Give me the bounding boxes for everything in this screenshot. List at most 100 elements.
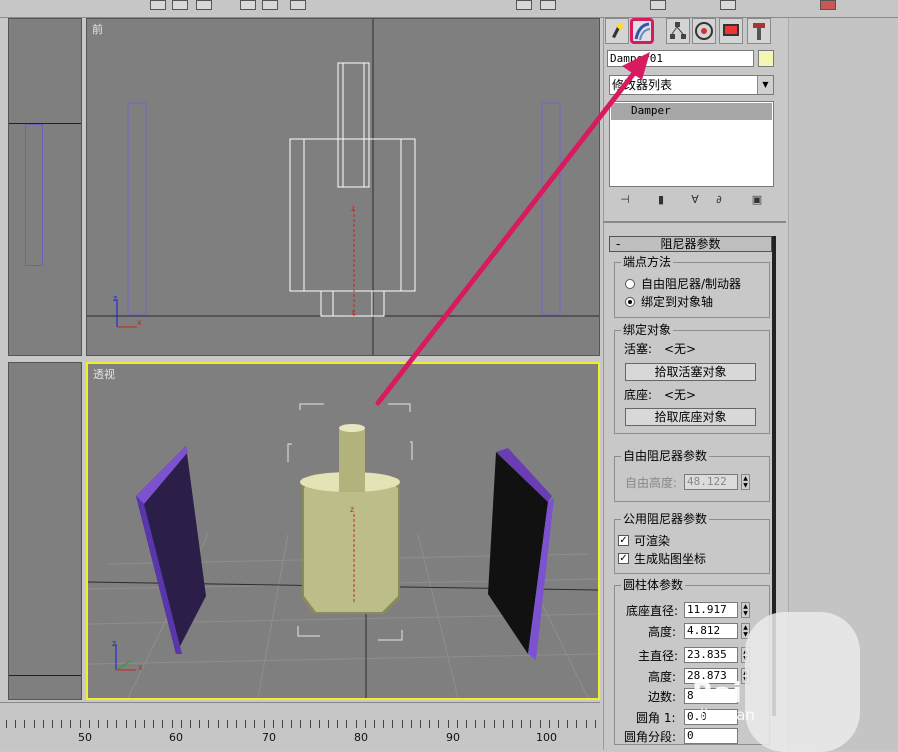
ruler-tick xyxy=(319,720,320,728)
pick-base-button[interactable]: 拾取底座对象 xyxy=(625,408,756,426)
ruler-tick xyxy=(153,720,154,728)
chevron-down-icon[interactable]: ▼ xyxy=(757,76,773,94)
ruler-label: 70 xyxy=(262,731,276,744)
toolbar-icon[interactable] xyxy=(150,0,166,10)
toolbar-icon[interactable] xyxy=(196,0,212,10)
modify-tab-icon[interactable] xyxy=(630,18,654,44)
front-viewport[interactable]: 前 z x z x xyxy=(86,18,600,356)
ruler-tick xyxy=(429,720,430,728)
pin-stack-icon[interactable]: ⊣ xyxy=(617,192,633,208)
ruler-tick xyxy=(521,720,522,728)
configure-sets-icon[interactable]: ▣ xyxy=(749,192,765,208)
ruler-tick xyxy=(300,720,301,728)
ruler-tick xyxy=(438,720,439,728)
toolbar-icon[interactable] xyxy=(240,0,256,10)
group-title: 公用阻尼器参数 xyxy=(621,512,710,526)
spinner-arrows: ▲ ▼ xyxy=(741,474,750,490)
svg-text:x: x xyxy=(137,318,142,327)
svg-text:z: z xyxy=(350,505,354,514)
perspective-scene: z z x xyxy=(88,403,598,698)
remove-modifier-icon[interactable]: ∂ xyxy=(711,192,727,208)
main-diameter-field[interactable]: 23.835 xyxy=(684,647,738,663)
toolbar-icon[interactable] xyxy=(262,0,278,10)
height1-field[interactable]: 4.812 xyxy=(684,623,738,639)
ruler-tick xyxy=(264,720,265,728)
ruler-tick xyxy=(356,720,357,728)
front-view-wireframe: z x z x xyxy=(87,19,599,355)
toolbar-icon[interactable] xyxy=(290,0,306,10)
fillet-segments-field[interactable]: 0 xyxy=(684,728,738,744)
hierarchy-tab-icon[interactable] xyxy=(666,18,690,44)
make-unique-icon[interactable]: ∀ xyxy=(687,192,703,208)
spinner-arrows[interactable]: ▲▼ xyxy=(741,602,750,618)
group-title: 端点方法 xyxy=(621,255,674,269)
group-title: 绑定对象 xyxy=(621,323,674,337)
base-label: 底座: xyxy=(624,388,653,402)
create-tab-icon[interactable] xyxy=(605,18,629,44)
sides-label: 边数: xyxy=(648,690,677,704)
ruler-tick xyxy=(586,720,587,728)
stack-item-damper[interactable]: Damper xyxy=(611,103,772,120)
left-bottom-viewport[interactable] xyxy=(8,362,82,700)
base-diameter-field[interactable]: 11.917 xyxy=(684,602,738,618)
ruler-tick xyxy=(328,720,329,728)
stack-buttons: ⊣ ▮ ∀ ∂ ▣ xyxy=(607,189,776,211)
ruler-tick xyxy=(273,720,274,728)
motion-tab-icon[interactable] xyxy=(692,18,716,44)
toolbar-icon[interactable] xyxy=(820,0,836,10)
fillet1-label: 圆角 1: xyxy=(636,711,676,725)
utilities-tab-icon[interactable] xyxy=(747,18,771,44)
ruler-tick xyxy=(190,720,191,728)
modifier-list-dropdown[interactable]: 修改器列表 ▼ xyxy=(609,75,774,95)
svg-text:z: z xyxy=(113,294,117,303)
base-diameter-label: 底座直径: xyxy=(626,604,679,618)
renderable-checkbox[interactable]: ✓ xyxy=(618,535,629,546)
ruler-tick xyxy=(254,720,255,728)
ruler-tick xyxy=(411,720,412,728)
svg-text:z: z xyxy=(351,204,355,213)
ruler-tick xyxy=(512,720,513,728)
ruler-tick xyxy=(466,720,467,728)
ruler-tick xyxy=(172,720,173,728)
toolbar-icon[interactable] xyxy=(172,0,188,10)
ruler-tick xyxy=(162,720,163,728)
left-top-viewport[interactable] xyxy=(8,18,82,356)
watermark-sub: jingyan xyxy=(700,706,755,724)
rollout-title: 阻尼器参数 xyxy=(660,237,721,251)
object-color-swatch[interactable] xyxy=(758,50,774,67)
modifier-list-label: 修改器列表 xyxy=(612,78,673,92)
ruler-tick xyxy=(52,720,53,728)
svg-text:x: x xyxy=(351,308,356,317)
ruler-tick xyxy=(282,720,283,728)
ruler-tick xyxy=(107,720,108,728)
ruler-tick xyxy=(89,720,90,728)
gen-mapping-checkbox[interactable]: ✓ xyxy=(618,553,629,564)
ruler-tick xyxy=(15,720,16,728)
modifier-stack[interactable]: Damper xyxy=(609,101,774,187)
ruler-tick xyxy=(144,720,145,728)
toolbar-icon[interactable] xyxy=(540,0,556,10)
pick-piston-button[interactable]: 拾取活塞对象 xyxy=(625,363,756,381)
toolbar-icon[interactable] xyxy=(650,0,666,10)
ruler-tick xyxy=(457,720,458,728)
rollout-damper-params[interactable]: - 阻尼器参数 xyxy=(609,236,772,252)
show-end-result-icon[interactable]: ▮ xyxy=(653,192,669,208)
ruler-tick xyxy=(337,720,338,728)
ruler-tick xyxy=(208,720,209,728)
gen-mapping-label: 生成贴图坐标 xyxy=(634,552,707,566)
radio-bind-to-pivot[interactable] xyxy=(625,297,635,307)
toolbar-icon[interactable] xyxy=(516,0,532,10)
toolbar-icon[interactable] xyxy=(720,0,736,10)
group-title: 自由阻尼器参数 xyxy=(621,449,710,463)
collapse-icon[interactable]: - xyxy=(616,237,620,251)
radio-free-damper[interactable] xyxy=(625,279,635,289)
object-name-field[interactable]: Damper01 xyxy=(607,50,754,67)
ruler-tick xyxy=(595,720,596,728)
ruler-tick xyxy=(484,720,485,728)
perspective-viewport[interactable]: 透视 z z x xyxy=(86,362,600,700)
ruler-tick xyxy=(494,720,495,728)
ruler-tick xyxy=(98,720,99,728)
ruler-tick xyxy=(576,720,577,728)
ruler-tick xyxy=(227,720,228,728)
display-tab-icon[interactable] xyxy=(719,18,743,44)
